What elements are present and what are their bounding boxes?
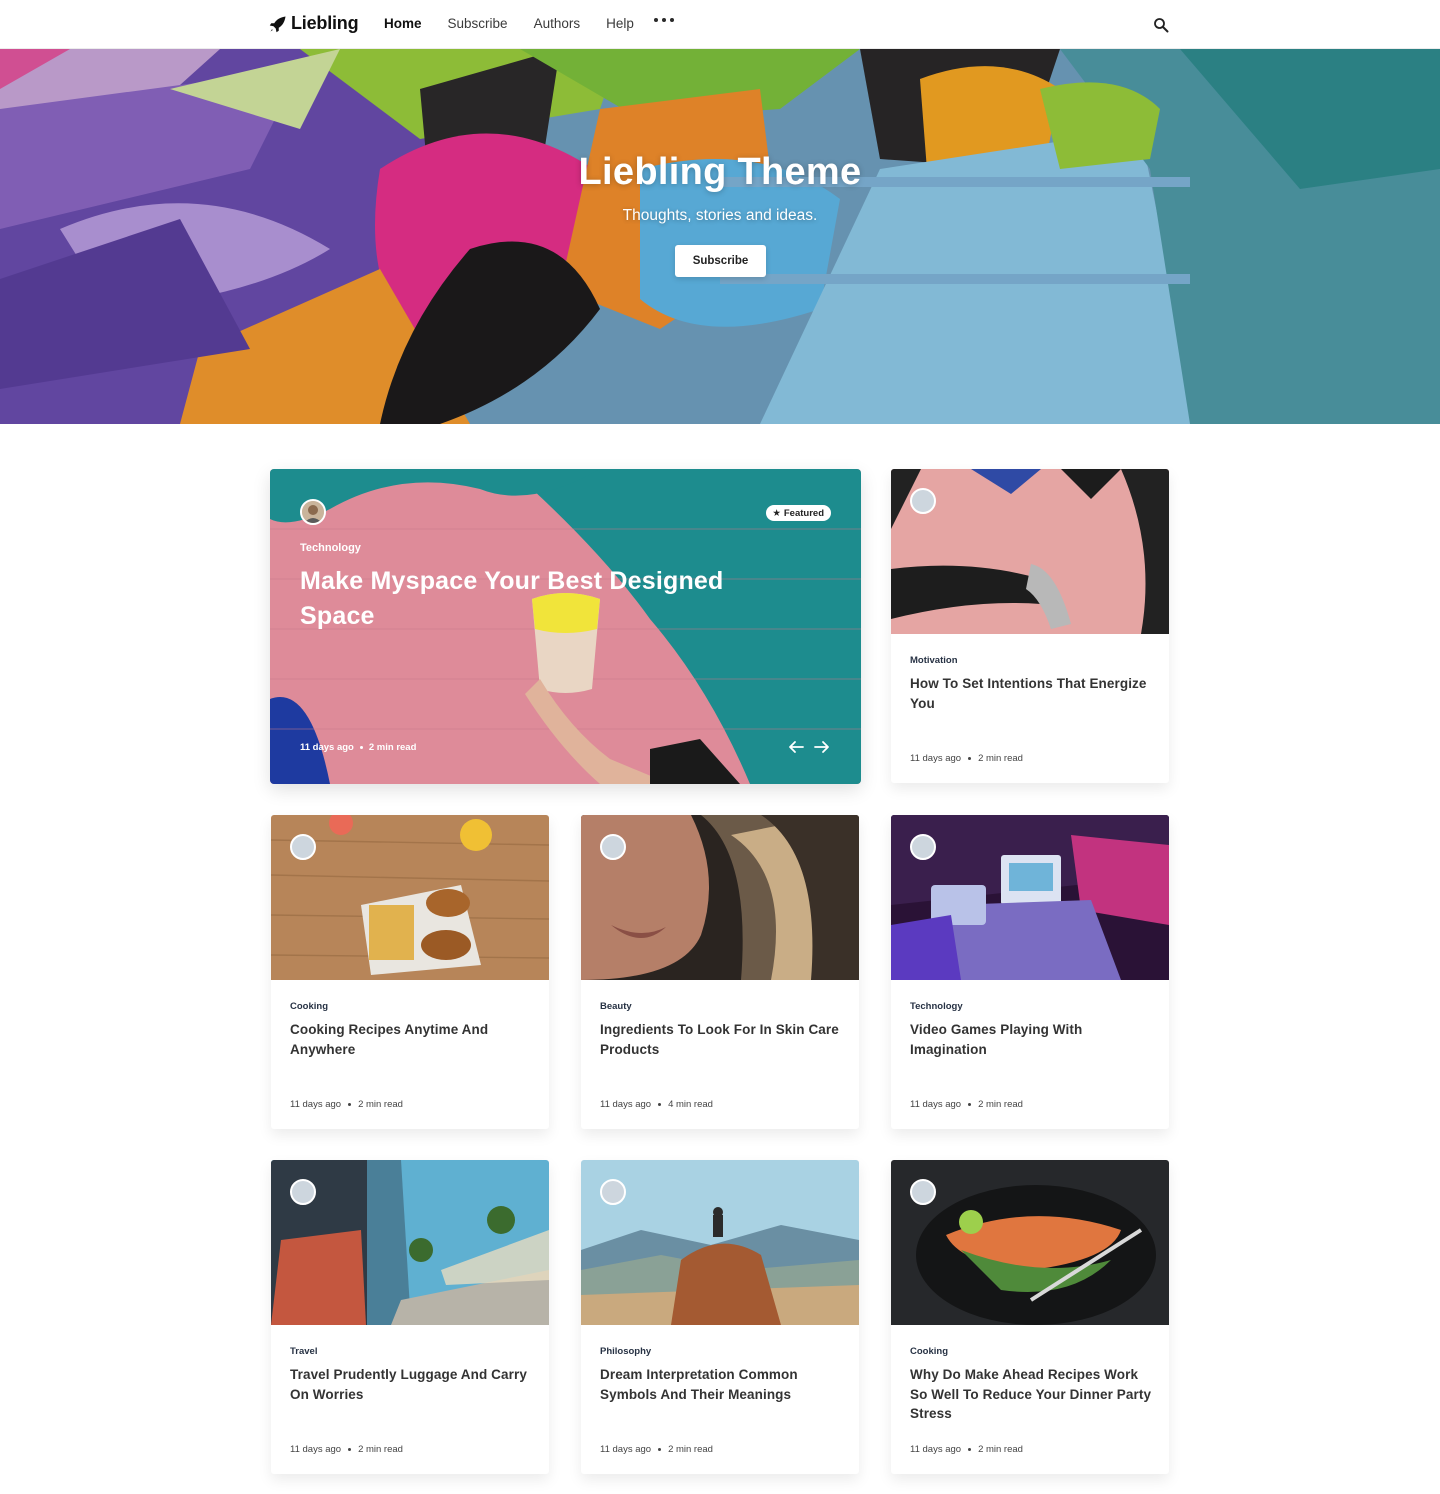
separator-dot — [968, 757, 972, 760]
post-card-title[interactable]: Cooking Recipes Anytime And Anywhere — [290, 1020, 535, 1059]
hero-subscribe-button[interactable]: Subscribe — [675, 245, 766, 277]
post-card-tag[interactable]: Technology — [910, 1001, 963, 1012]
post-card-meta: 11 days ago 2 min read — [600, 1444, 713, 1455]
separator-dot — [348, 1448, 352, 1451]
featured-badge-label: Featured — [783, 507, 824, 519]
post-read-time: 2 min read — [358, 1444, 403, 1455]
post-read-time: 2 min read — [978, 1099, 1023, 1110]
post-card-image — [271, 1160, 549, 1325]
main-nav: Home Subscribe Authors Help — [384, 16, 634, 31]
separator-dot — [968, 1448, 972, 1451]
post-card-title[interactable]: Video Games Playing With Imagination — [910, 1020, 1155, 1059]
site-logo[interactable]: Liebling — [269, 13, 359, 34]
post-read-time: 2 min read — [978, 1444, 1023, 1455]
separator-dot — [359, 746, 363, 749]
post-card-title[interactable]: Travel Prudently Luggage And Carry On Wo… — [290, 1365, 535, 1404]
featured-badge: ★ Featured — [766, 505, 831, 521]
post-card[interactable]: Travel Travel Prudently Luggage And Carr… — [271, 1160, 549, 1474]
separator-dot — [968, 1103, 972, 1106]
post-card[interactable]: Cooking Cooking Recipes Anytime And Anyw… — [271, 815, 549, 1129]
author-avatar[interactable] — [290, 834, 316, 860]
post-card-tag[interactable]: Travel — [290, 1346, 317, 1357]
featured-post-card[interactable]: ★ Featured Technology Make Myspace Your … — [270, 469, 861, 784]
post-card-tag[interactable]: Philosophy — [600, 1346, 651, 1357]
post-read-time: 4 min read — [668, 1099, 713, 1110]
post-card-title[interactable]: Why Do Make Ahead Recipes Work So Well T… — [910, 1365, 1155, 1424]
post-card-meta: 11 days ago 2 min read — [910, 1444, 1023, 1455]
post-card-meta: 11 days ago 2 min read — [910, 1099, 1023, 1110]
post-card-image — [891, 1160, 1169, 1325]
separator-dot — [348, 1103, 352, 1106]
arrow-right-icon[interactable] — [814, 740, 830, 754]
post-card-tag[interactable]: Beauty — [600, 1001, 632, 1012]
post-card-meta: 11 days ago 4 min read — [600, 1099, 713, 1110]
featured-slider-controls — [788, 740, 830, 754]
post-card-title[interactable]: How To Set Intentions That Energize You — [910, 674, 1155, 713]
author-avatar[interactable] — [910, 1179, 936, 1205]
featured-post-title[interactable]: Make Myspace Your Best Designed Space — [300, 564, 740, 634]
more-menu-icon[interactable] — [654, 18, 674, 22]
rocket-icon — [269, 16, 286, 32]
post-date: 11 days ago — [600, 1099, 652, 1110]
post-card-tag[interactable]: Cooking — [910, 1346, 948, 1357]
hero-graffiti-image — [0, 49, 1440, 424]
nav-subscribe[interactable]: Subscribe — [448, 16, 508, 31]
separator-dot — [658, 1103, 662, 1106]
author-avatar[interactable] — [290, 1179, 316, 1205]
post-card[interactable]: Philosophy Dream Interpretation Common S… — [581, 1160, 859, 1474]
hero-title: Liebling Theme — [578, 151, 862, 193]
star-icon: ★ — [772, 507, 781, 519]
author-avatar[interactable] — [300, 499, 326, 525]
post-card-image — [581, 1160, 859, 1325]
author-avatar[interactable] — [910, 488, 936, 514]
post-card[interactable]: Technology Video Games Playing With Imag… — [891, 815, 1169, 1129]
post-date: 11 days ago — [600, 1444, 652, 1455]
post-read-time: 2 min read — [668, 1444, 713, 1455]
post-date: 11 days ago — [290, 1444, 342, 1455]
search-icon[interactable] — [1153, 17, 1169, 33]
post-card-meta: 11 days ago 2 min read — [910, 753, 1023, 764]
post-card-image — [581, 815, 859, 980]
post-card[interactable]: Motivation How To Set Intentions That En… — [891, 469, 1169, 783]
post-date: 11 days ago — [910, 1099, 962, 1110]
post-date: 11 days ago — [290, 1099, 342, 1110]
nav-authors[interactable]: Authors — [534, 16, 581, 31]
author-avatar[interactable] — [600, 834, 626, 860]
hero-subtitle: Thoughts, stories and ideas. — [622, 207, 818, 224]
post-date: 11 days ago — [910, 1444, 962, 1455]
separator-dot — [658, 1448, 662, 1451]
featured-post-meta: 11 days ago 2 min read — [300, 742, 416, 753]
post-card[interactable]: Beauty Ingredients To Look For In Skin C… — [581, 815, 859, 1129]
site-logo-text: Liebling — [291, 13, 359, 33]
post-card-tag[interactable]: Motivation — [910, 655, 958, 666]
post-card[interactable]: Cooking Why Do Make Ahead Recipes Work S… — [891, 1160, 1169, 1474]
arrow-left-icon[interactable] — [788, 740, 804, 754]
post-card-title[interactable]: Dream Interpretation Common Symbols And … — [600, 1365, 845, 1404]
post-date: 11 days ago — [910, 753, 962, 764]
post-read-time: 2 min read — [368, 742, 417, 753]
post-card-meta: 11 days ago 2 min read — [290, 1099, 403, 1110]
post-card-image — [891, 815, 1169, 980]
post-card-meta: 11 days ago 2 min read — [290, 1444, 403, 1455]
hero-section: Liebling Theme Thoughts, stories and ide… — [0, 49, 1440, 424]
post-card-image — [891, 469, 1169, 634]
featured-post-tag[interactable]: Technology — [300, 542, 361, 554]
author-avatar[interactable] — [600, 1179, 626, 1205]
post-card-title[interactable]: Ingredients To Look For In Skin Care Pro… — [600, 1020, 845, 1059]
site-header: Liebling Home Subscribe Authors Help — [0, 0, 1440, 49]
post-card-image — [271, 815, 549, 980]
author-avatar[interactable] — [910, 834, 936, 860]
post-card-tag[interactable]: Cooking — [290, 1001, 328, 1012]
post-date: 11 days ago — [300, 742, 354, 753]
post-read-time: 2 min read — [358, 1099, 403, 1110]
post-read-time: 2 min read — [978, 753, 1023, 764]
nav-help[interactable]: Help — [606, 16, 634, 31]
nav-home[interactable]: Home — [384, 16, 422, 31]
